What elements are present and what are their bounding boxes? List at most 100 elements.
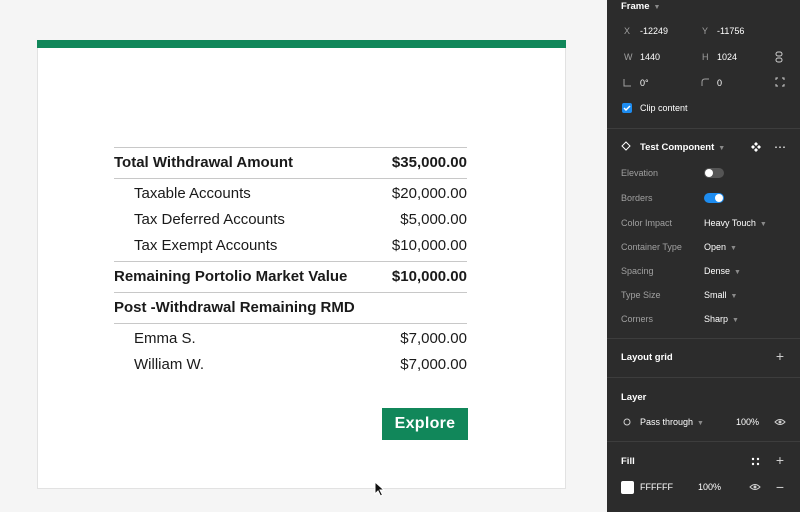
design-canvas[interactable]: Total Withdrawal Amount $35,000.00 Taxab…	[0, 0, 607, 512]
properties-panel: Frame ▼ X -12249 Y -11756 W 1440 H 1024 0…	[607, 0, 800, 512]
prop-label: Color Impact	[621, 218, 673, 228]
total-withdrawal-label: Total Withdrawal Amount	[114, 154, 294, 171]
divider	[114, 261, 467, 262]
account-label: Tax Exempt Accounts	[134, 237, 278, 254]
fill-color-swatch[interactable]	[621, 481, 634, 494]
borders-toggle[interactable]	[704, 193, 724, 203]
clip-content-checkbox[interactable]	[622, 103, 632, 113]
width-input[interactable]: 1440	[640, 52, 660, 62]
chevron-down-icon: ▼	[730, 245, 737, 252]
person-row: William W. $7,000.00	[114, 356, 467, 373]
select-value: Dense	[704, 266, 731, 276]
component-instance-icon	[621, 141, 631, 151]
y-label: Y	[702, 26, 709, 36]
fill-opacity-input[interactable]: 100%	[698, 482, 721, 492]
account-label: Taxable Accounts	[134, 185, 251, 202]
divider	[114, 178, 467, 179]
w-label: W	[624, 52, 633, 62]
frame-accent-bar	[37, 40, 566, 48]
add-fill-icon[interactable]: +	[774, 452, 786, 468]
layout-grid-title: Layout grid	[621, 352, 673, 363]
remaining-portfolio-label: Remaining Portolio Market Value	[114, 268, 348, 285]
section-divider	[607, 338, 800, 339]
chevron-down-icon: ▼	[732, 317, 739, 324]
explore-button[interactable]: Explore	[382, 408, 468, 440]
account-value: $10,000.00	[391, 237, 467, 254]
prop-label: Borders	[621, 193, 653, 203]
fill-hex-input[interactable]: FFFFFF	[640, 482, 673, 492]
remaining-portfolio-row: Remaining Portolio Market Value $10,000.…	[114, 268, 467, 285]
independent-corners-icon[interactable]	[774, 76, 786, 88]
color-impact-select[interactable]: Heavy Touch ▼	[704, 218, 767, 228]
more-options-icon[interactable]: ⋯	[773, 140, 787, 154]
chevron-down-icon: ▼	[759, 221, 767, 228]
account-label: Tax Deferred Accounts	[134, 211, 285, 228]
prop-label: Container Type	[621, 242, 682, 252]
layer-title: Layer	[621, 392, 647, 403]
person-label: William W.	[134, 356, 204, 373]
height-input[interactable]: 1024	[717, 52, 737, 62]
y-input[interactable]: -11756	[717, 26, 744, 36]
mouse-cursor-icon	[374, 481, 386, 497]
corners-select[interactable]: Sharp ▼	[704, 314, 739, 324]
spacing-select[interactable]: Dense ▼	[704, 266, 741, 276]
select-value: Open	[704, 242, 727, 252]
chevron-down-icon: ▼	[718, 145, 726, 152]
select-value: Heavy Touch	[704, 218, 756, 228]
account-value: $5,000.00	[400, 211, 467, 228]
divider	[114, 292, 467, 293]
x-input[interactable]: -12249	[640, 26, 668, 36]
account-row: Tax Deferred Accounts $5,000.00	[114, 211, 467, 228]
blend-mode-select[interactable]: Pass through ▼	[640, 417, 704, 427]
test-component-frame[interactable]: Total Withdrawal Amount $35,000.00 Taxab…	[37, 40, 566, 489]
total-withdrawal-row: Total Withdrawal Amount $35,000.00	[114, 154, 467, 171]
person-label: Emma S.	[134, 330, 196, 347]
chevron-down-icon: ▼	[697, 420, 704, 427]
divider	[114, 147, 467, 148]
section-divider	[607, 377, 800, 378]
go-to-main-component-icon[interactable]	[750, 141, 762, 153]
select-value: Pass through	[640, 417, 694, 427]
total-withdrawal-value: $35,000.00	[391, 154, 467, 171]
prop-label: Type Size	[621, 290, 661, 300]
eye-icon[interactable]	[749, 481, 761, 493]
corner-radius-input[interactable]: 0	[717, 78, 722, 88]
container-type-select[interactable]: Open ▼	[704, 242, 737, 252]
clip-content-label: Clip content	[640, 103, 688, 113]
prop-label: Corners	[621, 314, 654, 324]
remove-fill-icon[interactable]: −	[774, 479, 786, 495]
h-label: H	[702, 52, 709, 62]
account-value: $20,000.00	[391, 185, 467, 202]
blend-mode-icon	[622, 417, 632, 427]
rmd-heading: Post -Withdrawal Remaining RMD	[114, 299, 355, 316]
fill-title: Fill	[621, 456, 635, 467]
constrain-proportions-icon[interactable]	[773, 50, 785, 64]
type-size-select[interactable]: Small ▼	[704, 290, 737, 300]
chevron-down-icon: ▼	[734, 269, 741, 276]
divider	[114, 323, 467, 324]
section-divider	[607, 128, 800, 129]
prop-label: Spacing	[621, 266, 654, 276]
select-value: Sharp	[704, 314, 729, 324]
eye-icon[interactable]	[774, 416, 786, 428]
component-name-dropdown[interactable]: Test Component ▼	[640, 142, 725, 153]
account-row: Tax Exempt Accounts $10,000.00	[114, 237, 467, 254]
rotation-input[interactable]: 0°	[640, 78, 649, 88]
remaining-portfolio-value: $10,000.00	[391, 268, 467, 285]
frame-section-title[interactable]: Frame ▼	[621, 1, 660, 12]
account-row: Taxable Accounts $20,000.00	[114, 185, 467, 202]
corner-radius-icon	[700, 77, 710, 87]
component-name: Test Component	[640, 142, 715, 153]
rmd-heading-row: Post -Withdrawal Remaining RMD	[114, 299, 467, 316]
person-value: $7,000.00	[400, 356, 467, 373]
layer-opacity-input[interactable]: 100%	[736, 417, 759, 427]
elevation-toggle[interactable]	[704, 168, 724, 178]
style-grid-icon[interactable]	[749, 455, 761, 467]
chevron-down-icon: ▼	[730, 293, 738, 300]
select-value: Small	[704, 290, 727, 300]
person-value: $7,000.00	[400, 330, 467, 347]
add-layout-grid-icon[interactable]: +	[774, 348, 786, 364]
rotation-icon	[622, 77, 632, 87]
section-divider	[607, 441, 800, 442]
person-row: Emma S. $7,000.00	[114, 330, 467, 347]
